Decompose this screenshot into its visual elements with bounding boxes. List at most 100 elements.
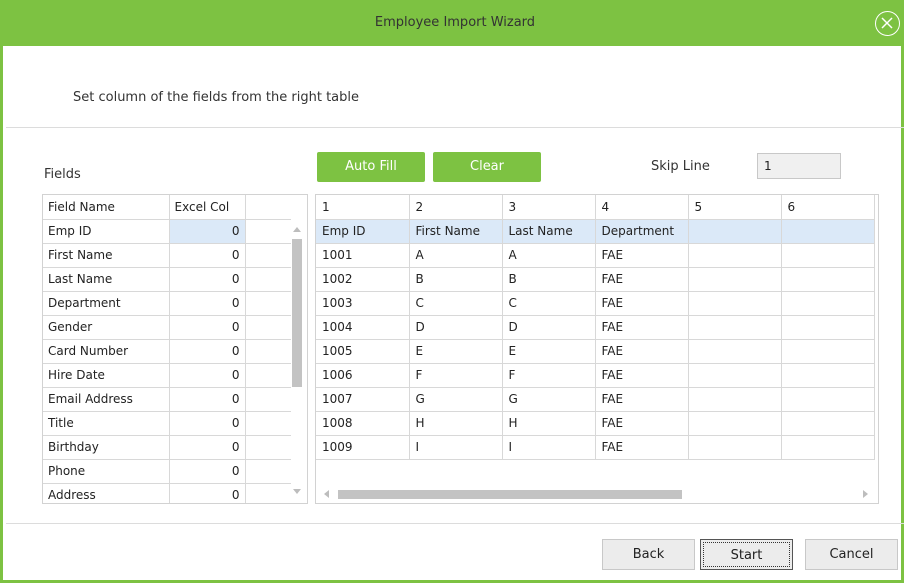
cancel-button[interactable]: Cancel	[805, 539, 898, 570]
excel-col-header[interactable]: Excel Col	[169, 195, 246, 220]
preview-cell: C	[409, 291, 503, 316]
close-button[interactable]	[875, 11, 900, 36]
field-row[interactable]: Birthday 0	[43, 435, 291, 460]
field-row[interactable]: Email Address 0	[43, 387, 291, 412]
scroll-left-arrow-icon[interactable]	[324, 490, 329, 498]
excel-col-cell[interactable]: 0	[169, 219, 246, 244]
preview-cell: E	[502, 339, 596, 364]
preview-row[interactable]: 1003 C C FAE	[316, 291, 875, 316]
preview-row[interactable]: 1006 F F FAE	[316, 363, 875, 388]
preview-cell: FAE	[595, 363, 689, 388]
field-name-cell: First Name	[43, 243, 170, 268]
preview-cell: FAE	[595, 339, 689, 364]
preview-cell: I	[502, 435, 596, 460]
preview-row[interactable]: Emp ID First Name Last Name Department	[316, 219, 875, 244]
preview-cell	[688, 315, 782, 340]
column-number-cell: 1	[316, 195, 410, 220]
preview-cell: Last Name	[502, 219, 596, 244]
excel-col-cell[interactable]: 0	[169, 483, 246, 503]
excel-col-cell[interactable]: 0	[169, 459, 246, 484]
preview-cell: FAE	[595, 315, 689, 340]
excel-col-cell[interactable]: 0	[169, 411, 246, 436]
preview-row[interactable]: 1002 B B FAE	[316, 267, 875, 292]
top-divider	[6, 127, 904, 128]
preview-scroll-thumb[interactable]	[338, 490, 682, 499]
excel-col-cell[interactable]: 0	[169, 315, 246, 340]
field-name-cell: Title	[43, 411, 170, 436]
preview-horizontal-scrollbar[interactable]	[316, 485, 878, 503]
preview-cell	[688, 339, 782, 364]
preview-cell	[781, 435, 875, 460]
field-row[interactable]: Emp ID 0	[43, 219, 291, 244]
preview-cell: H	[409, 411, 503, 436]
auto-fill-button[interactable]: Auto Fill	[317, 152, 425, 182]
excel-col-cell[interactable]: 0	[169, 339, 246, 364]
row-spacer	[245, 411, 291, 436]
preview-cell	[781, 315, 875, 340]
preview-cell	[781, 243, 875, 268]
preview-cell	[688, 387, 782, 412]
preview-row[interactable]: 1009 I I FAE	[316, 435, 875, 460]
scroll-up-arrow-icon[interactable]	[293, 227, 301, 232]
excel-col-cell[interactable]: 0	[169, 291, 246, 316]
field-row[interactable]: Gender 0	[43, 315, 291, 340]
column-number-row[interactable]: 123456	[316, 195, 875, 220]
fields-table-panel: Field Name Excel Col Emp ID 0 First Name 0 L…	[42, 194, 308, 504]
preview-cell	[781, 267, 875, 292]
preview-cell: First Name	[409, 219, 503, 244]
preview-cell	[688, 243, 782, 268]
preview-cell: FAE	[595, 267, 689, 292]
scroll-down-arrow-icon[interactable]	[293, 489, 301, 494]
preview-cell	[781, 363, 875, 388]
preview-row[interactable]: 1005 E E FAE	[316, 339, 875, 364]
preview-row[interactable]: 1008 H H FAE	[316, 411, 875, 436]
preview-cell: 1007	[316, 387, 410, 412]
preview-cell	[688, 291, 782, 316]
field-row[interactable]: Title 0	[43, 411, 291, 436]
excel-col-cell[interactable]: 0	[169, 267, 246, 292]
preview-cell: B	[502, 267, 596, 292]
preview-cell	[688, 411, 782, 436]
instruction-text: Set column of the fields from the right …	[73, 90, 360, 105]
preview-cell: FAE	[595, 243, 689, 268]
start-button[interactable]: Start	[700, 539, 793, 570]
field-name-header[interactable]: Field Name	[43, 195, 170, 220]
fields-scroll-thumb[interactable]	[292, 239, 302, 387]
preview-cell: F	[502, 363, 596, 388]
field-row[interactable]: Hire Date 0	[43, 363, 291, 388]
fields-vertical-scrollbar[interactable]	[288, 222, 306, 502]
column-number-cell: 5	[688, 195, 782, 220]
preview-cell: 1002	[316, 267, 410, 292]
row-spacer	[245, 291, 291, 316]
column-number-cell: 4	[595, 195, 689, 220]
preview-row[interactable]: 1007 G G FAE	[316, 387, 875, 412]
back-button[interactable]: Back	[602, 539, 695, 570]
field-row[interactable]: Last Name 0	[43, 267, 291, 292]
excel-col-cell[interactable]: 0	[169, 435, 246, 460]
field-row[interactable]: Card Number 0	[43, 339, 291, 364]
preview-cell: Department	[595, 219, 689, 244]
preview-cell: G	[502, 387, 596, 412]
field-row[interactable]: First Name 0	[43, 243, 291, 268]
clear-button[interactable]: Clear	[433, 152, 541, 182]
row-spacer	[245, 387, 291, 412]
field-row[interactable]: Address 0	[43, 483, 291, 503]
preview-cell: FAE	[595, 435, 689, 460]
field-row[interactable]: Phone 0	[43, 459, 291, 484]
preview-row[interactable]: 1001 A A FAE	[316, 243, 875, 268]
preview-cell: I	[409, 435, 503, 460]
excel-col-cell[interactable]: 0	[169, 387, 246, 412]
preview-cell: D	[409, 315, 503, 340]
skip-line-input[interactable]	[757, 153, 841, 179]
preview-row[interactable]: 1004 D D FAE	[316, 315, 875, 340]
field-row[interactable]: Department 0	[43, 291, 291, 316]
preview-cell: D	[502, 315, 596, 340]
skip-line-label: Skip Line	[651, 159, 710, 174]
row-spacer	[245, 315, 291, 340]
scroll-right-arrow-icon[interactable]	[863, 490, 868, 498]
excel-col-cell[interactable]: 0	[169, 363, 246, 388]
field-name-cell: Emp ID	[43, 219, 170, 244]
preview-cell: B	[409, 267, 503, 292]
preview-cell: 1004	[316, 315, 410, 340]
excel-col-cell[interactable]: 0	[169, 243, 246, 268]
